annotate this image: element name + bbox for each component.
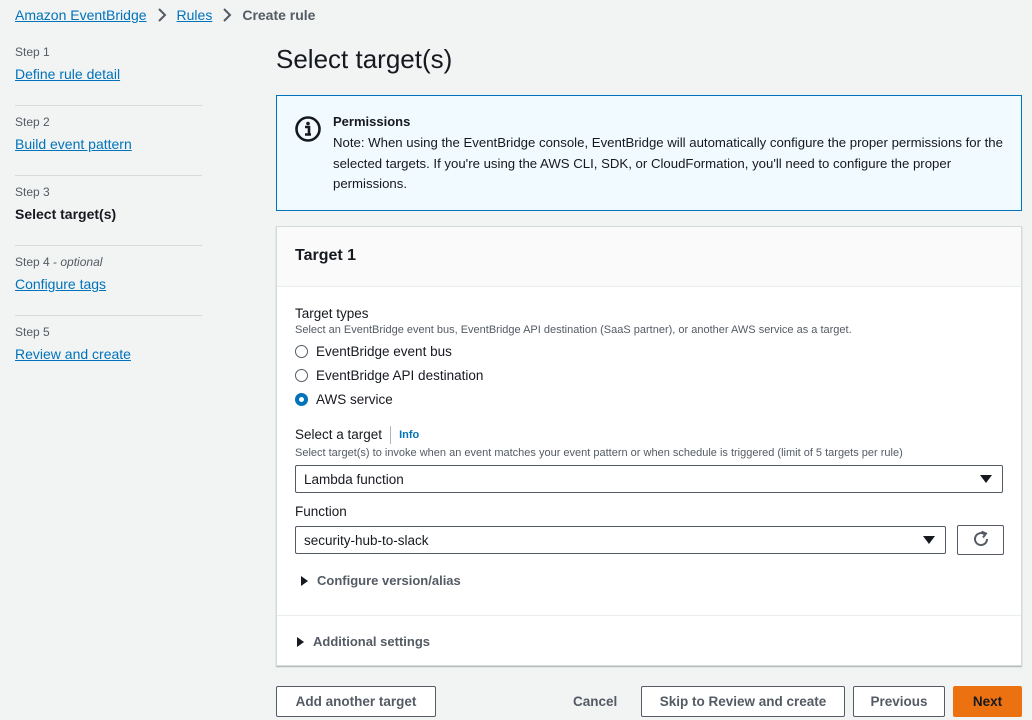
step-number: Step 1 [15,45,50,59]
step-number: Step 2 [15,115,50,129]
step-optional-tag: optional [60,255,103,269]
add-another-target-button[interactable]: Add another target [276,686,436,717]
wizard-step: Step 4 - optional Configure tags [15,246,202,316]
skip-to-review-button[interactable]: Skip to Review and create [641,686,845,717]
chevron-right-icon [212,8,242,22]
info-circle-icon [294,115,322,143]
breadcrumb: Amazon EventBridge Rules Create rule [15,6,315,24]
step-link-review-and-create[interactable]: Review and create [15,344,131,364]
target-header: Target 1 [277,227,1021,287]
function-value: security-hub-to-slack [304,532,429,548]
refresh-icon [972,530,990,551]
select-target-label-row: Select a target Info [295,426,419,444]
breadcrumb-eventbridge[interactable]: Amazon EventBridge [15,7,147,23]
function-label: Function [295,504,347,519]
next-button[interactable]: Next [953,686,1022,717]
additional-settings-expander[interactable]: Additional settings [297,634,430,649]
wizard-step: Step 1 Define rule detail [15,36,202,106]
wizard-step: Step 2 Build event pattern [15,106,202,176]
step-link-define-rule-detail[interactable]: Define rule detail [15,64,120,84]
expander-label: Configure version/alias [317,573,461,588]
info-link[interactable]: Info [390,426,419,444]
radio-label: EventBridge API destination [316,367,484,383]
step-number-text: Step 4 [15,255,50,269]
step-link-build-event-pattern[interactable]: Build event pattern [15,134,132,154]
radio-unchecked-icon [295,368,308,382]
step-number: Step 4 - optional [15,255,103,269]
radio-aws-service[interactable]: AWS service [295,389,393,409]
caret-down-icon [923,536,935,544]
chevron-right-icon [147,8,177,22]
function-dropdown[interactable]: security-hub-to-slack [295,526,946,554]
permissions-alert: Permissions Note: When using the EventBr… [276,95,1022,211]
wizard-steps: Step 1 Define rule detail Step 2 Build e… [15,36,202,386]
target-types-label: Target types [295,306,369,321]
radio-unchecked-icon [295,344,308,358]
radio-eventbridge-api-destination[interactable]: EventBridge API destination [295,365,483,385]
target-types-description: Select an EventBridge event bus, EventBr… [295,324,852,336]
step-number: Step 5 [15,325,50,339]
caret-right-icon [297,636,304,647]
expander-label: Additional settings [313,634,430,649]
breadcrumb-current: Create rule [242,7,316,23]
wizard-step: Step 5 Review and create [15,316,202,386]
breadcrumb-rules[interactable]: Rules [177,7,213,23]
step-link-configure-tags[interactable]: Configure tags [15,274,106,294]
configure-version-expander[interactable]: Configure version/alias [301,573,461,588]
target-title: Target 1 [295,247,357,264]
target-container: Target 1 Target types Select an EventBri… [276,226,1022,666]
radio-eventbridge-event-bus[interactable]: EventBridge event bus [295,341,452,361]
wizard-step: Step 3 Select target(s) [15,176,202,246]
caret-down-icon [980,475,992,483]
step-number: Step 3 [15,185,50,199]
previous-button[interactable]: Previous [853,686,945,717]
section-divider [277,615,1021,616]
select-target-value: Lambda function [304,471,404,487]
select-target-label: Select a target [295,427,383,442]
cancel-button[interactable]: Cancel [573,686,617,717]
radio-label: EventBridge event bus [316,343,452,359]
radio-label: AWS service [316,391,393,407]
refresh-button[interactable] [957,525,1004,555]
radio-checked-icon [295,392,308,406]
select-target-dropdown[interactable]: Lambda function [295,465,1003,493]
caret-right-icon [301,575,308,586]
page-title: Select target(s) [276,44,453,74]
alert-title: Permissions [333,114,411,129]
step-current-select-targets: Select target(s) [15,206,117,222]
select-target-description: Select target(s) to invoke when an event… [295,447,903,459]
alert-body: Note: When using the EventBridge console… [333,135,1003,191]
